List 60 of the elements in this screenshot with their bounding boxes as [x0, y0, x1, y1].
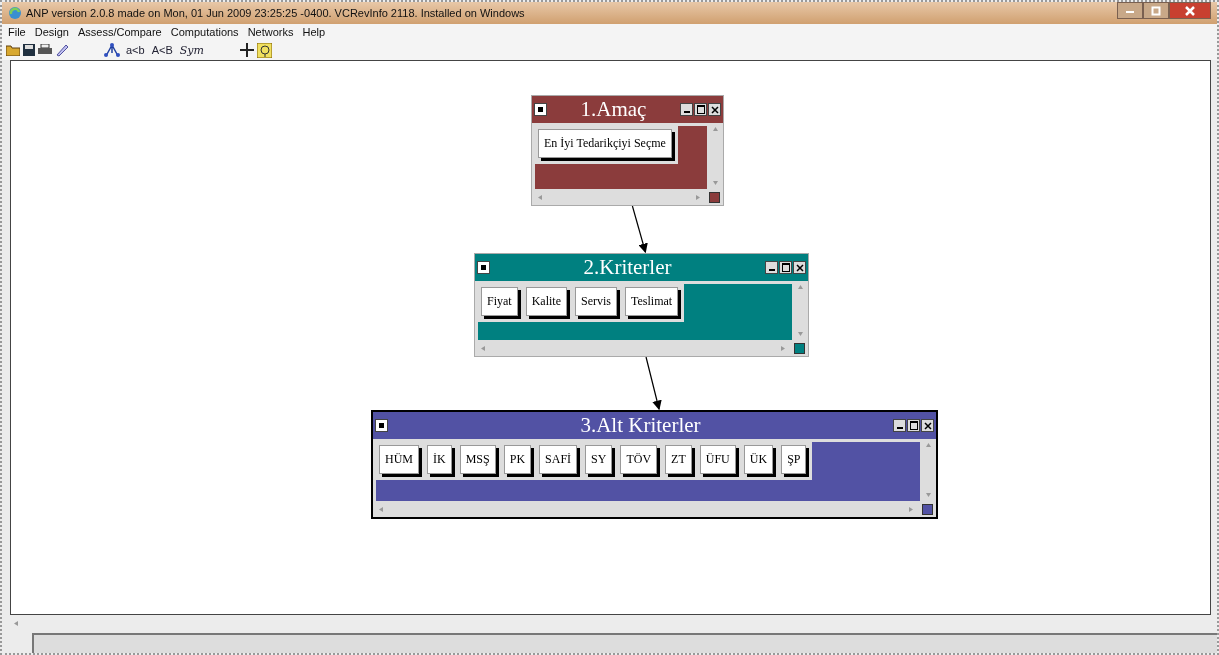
pencil-icon[interactable]	[55, 43, 69, 57]
close-icon	[1185, 5, 1195, 16]
crosshair-icon[interactable]	[239, 43, 254, 57]
toolbar-button[interactable]: Sym	[179, 43, 204, 57]
node-button[interactable]: İK	[427, 445, 452, 474]
resize-corner[interactable]	[922, 503, 933, 515]
node-button[interactable]: ÜFU	[699, 445, 736, 474]
node-button[interactable]: Teslimat	[625, 287, 679, 316]
maximize-button[interactable]	[907, 419, 920, 432]
close-button[interactable]	[708, 103, 721, 116]
toolbar-button[interactable]: A<B	[151, 44, 173, 56]
close-icon	[795, 263, 804, 272]
network-icon[interactable]	[103, 43, 121, 57]
maximize-icon	[1151, 5, 1161, 16]
maximize-button[interactable]	[694, 103, 707, 116]
node-button[interactable]: ÜK	[743, 445, 774, 474]
close-icon	[710, 105, 719, 114]
node-button[interactable]: Kalite	[525, 287, 567, 316]
cluster-menu-button[interactable]	[375, 419, 388, 432]
toolbar-button[interactable]: a<b	[126, 44, 145, 56]
cluster-title: 2.Kriterler	[582, 255, 673, 280]
close-button[interactable]	[793, 261, 806, 274]
menu-item[interactable]: Design	[34, 26, 69, 38]
folder-icon[interactable]	[6, 44, 20, 56]
help-icon[interactable]	[256, 42, 272, 58]
node-button[interactable]: TÖV	[620, 445, 658, 474]
node-button[interactable]: MSŞ	[459, 445, 496, 474]
node-button[interactable]: Fiyat	[481, 287, 518, 316]
node-button[interactable]: SY	[585, 445, 613, 474]
node-button[interactable]: SAFİ	[539, 445, 578, 474]
cluster-title: 3.Alt Kriterler	[579, 413, 702, 438]
cluster-menu-button[interactable]	[534, 103, 547, 116]
cluster-window[interactable]: 2.Kriterler Fiyat Kalite Servis Teslimat	[474, 253, 809, 357]
minimize-button[interactable]	[765, 261, 778, 274]
node-button[interactable]: ŞP	[781, 445, 807, 474]
window-title: ANP version 2.0.8 made on Mon, 01 Jun 2009 23:25:25 -0400. VCRevInfo 2118. Installed on Windows	[26, 7, 525, 19]
menu-item[interactable]: Networks	[247, 26, 294, 38]
minimize-button[interactable]	[680, 103, 693, 116]
node-button[interactable]: ZT	[665, 445, 692, 474]
node-button[interactable]: En İyi Tedarikçiyi Seçme	[538, 129, 672, 158]
close-icon	[923, 421, 932, 430]
node-button[interactable]: Servis	[575, 287, 617, 316]
cluster-title: 1.Amaç	[579, 97, 648, 122]
printer-icon[interactable]	[38, 44, 52, 56]
minimize-button[interactable]	[893, 419, 906, 432]
menu-item[interactable]: Help	[302, 26, 326, 38]
node-button[interactable]: PK	[503, 445, 532, 474]
resize-corner[interactable]	[794, 342, 805, 354]
menu-item[interactable]: File	[8, 26, 26, 38]
node-button[interactable]: HÜM	[379, 445, 419, 474]
maximize-button[interactable]	[779, 261, 792, 274]
resize-corner[interactable]	[709, 191, 720, 203]
app-icon	[8, 6, 22, 20]
cluster-window[interactable]: 1.Amaç En İyi Tedarikçiyi Seçme	[531, 95, 724, 206]
cluster-menu-button[interactable]	[477, 261, 490, 274]
menu-item[interactable]: Assess/Compare	[78, 26, 162, 38]
save-icon[interactable]	[23, 44, 35, 56]
close-button[interactable]	[921, 419, 934, 432]
menu-item[interactable]: Computations	[170, 26, 239, 38]
cluster-window[interactable]: 3.Alt Kriterler HÜM İK MSŞ PK SAFİ SY TÖV ZT ÜFU ÜK ŞP	[371, 410, 938, 519]
